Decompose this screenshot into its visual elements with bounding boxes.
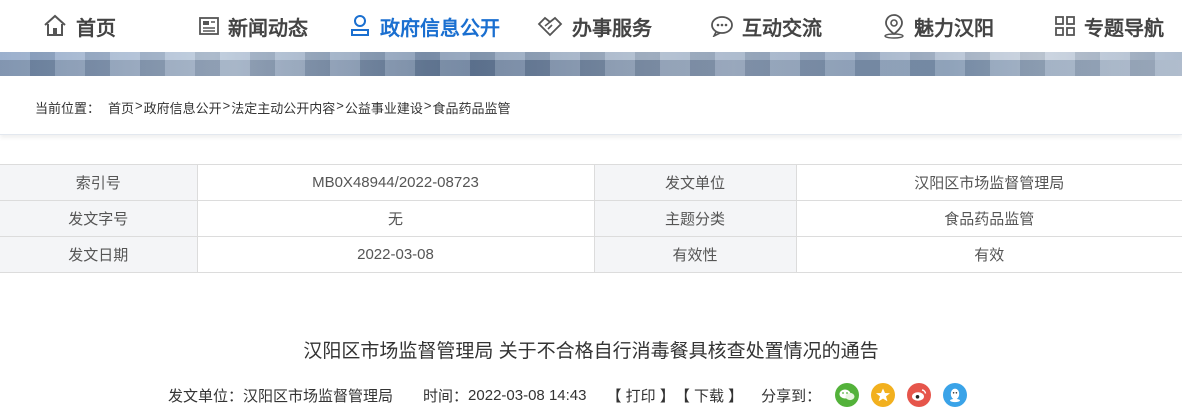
issuer-value: 汉阳区市场监督管理局: [243, 387, 394, 405]
nav-label: 政府信息公开: [380, 17, 500, 40]
nav-label: 魅力汉阳: [914, 17, 994, 40]
handshake-icon: [537, 16, 563, 37]
nav-topics[interactable]: 专题导航: [1054, 0, 1164, 52]
article-title: 汉阳区市场监督管理局 关于不合格自行消毒餐具核查处置情况的通告: [303, 341, 879, 362]
nav-services[interactable]: 办事服务: [536, 0, 652, 52]
validity-label: 有效性: [593, 236, 797, 273]
index-label: 索引号: [0, 164, 198, 201]
time-value: 2022-03-08 14:43: [468, 386, 587, 404]
breadcrumb-label: 当前位置：: [35, 101, 101, 116]
issuer-value: 汉阳区市场监督管理局: [795, 164, 1182, 201]
breadcrumb-food-drug[interactable]: 食品药品监管: [432, 98, 510, 117]
download-button[interactable]: 【 下载 】: [675, 385, 743, 406]
index-value: MB0X48944/2022-08723: [196, 164, 595, 201]
breadcrumb-separator: >: [135, 98, 143, 113]
nav-label: 首页: [76, 17, 116, 40]
nav-interaction[interactable]: 互动交流: [710, 0, 822, 52]
breadcrumb-home[interactable]: 首页: [108, 98, 134, 117]
nav-label: 专题导航: [1084, 17, 1164, 40]
nav-label: 互动交流: [742, 17, 822, 40]
nav-label: 办事服务: [572, 17, 652, 40]
share-label: 分享到：: [761, 387, 822, 405]
breadcrumb-separator: >: [336, 98, 344, 113]
news-icon: [199, 17, 219, 35]
header-banner-image: [0, 52, 1182, 76]
issuer-label: 发文单位: [593, 164, 797, 201]
breadcrumb-public-welfare[interactable]: 公益事业建设: [345, 98, 423, 117]
nav-label: 新闻动态: [228, 17, 308, 40]
nav-news[interactable]: 新闻动态: [198, 0, 308, 52]
table-row: 索引号 MB0X48944/2022-08723 发文单位 汉阳区市场监督管理局: [0, 164, 1182, 201]
table-row: 发文日期 2022-03-08 有效性 有效: [0, 236, 1182, 273]
home-icon: [44, 14, 66, 36]
grid-icon: [1055, 16, 1075, 36]
print-button[interactable]: 【 打印 】: [606, 385, 674, 406]
article-info: 发文单位： 汉阳区市场监督管理局 时间： 2022-03-08 14:43 【 …: [168, 383, 968, 407]
breadcrumb-separator: >: [222, 98, 231, 113]
topic-value: 食品药品监管: [795, 200, 1182, 237]
top-nav: 首页 新闻动态 政府信息公开 办事服务 互动交流 魅力汉阳 专题导航: [0, 0, 1182, 52]
breadcrumb: 当前位置： 首页 > 政府信息公开 > 法定主动公开内容 > 公益事业建设 > …: [35, 98, 510, 117]
qq-icon[interactable]: [943, 383, 968, 407]
breadcrumb-separator: >: [423, 98, 432, 113]
nav-home[interactable]: 首页: [42, 0, 116, 52]
issuer-label: 发文单位：: [168, 387, 244, 405]
time-label: 时间：: [423, 387, 469, 405]
wechat-icon[interactable]: [835, 383, 860, 407]
document-meta-table: 索引号 MB0X48944/2022-08723 发文单位 汉阳区市场监督管理局…: [0, 164, 1182, 273]
validity-value: 有效: [795, 236, 1182, 273]
breadcrumb-statutory[interactable]: 法定主动公开内容: [231, 98, 335, 117]
doc-no-label: 发文字号: [0, 200, 198, 237]
location-pin-icon: [884, 14, 904, 39]
breadcrumb-gov-info[interactable]: 政府信息公开: [144, 98, 222, 117]
user-info-icon: [351, 15, 369, 36]
share-buttons: [835, 383, 968, 407]
date-value: 2022-03-08: [196, 236, 595, 273]
topic-label: 主题分类: [593, 200, 797, 237]
table-row: 发文字号 无 主题分类 食品药品监管: [0, 200, 1182, 237]
qzone-icon[interactable]: [871, 383, 896, 407]
nav-charm[interactable]: 魅力汉阳: [882, 0, 994, 52]
nav-gov-info[interactable]: 政府信息公开: [348, 0, 500, 52]
weibo-icon[interactable]: [907, 383, 932, 407]
doc-no-value: 无: [196, 200, 595, 237]
banner-layer: [0, 52, 1182, 76]
date-label: 发文日期: [0, 236, 198, 273]
breadcrumb-bar: 当前位置： 首页 > 政府信息公开 > 法定主动公开内容 > 公益事业建设 > …: [0, 76, 1182, 135]
chat-icon: [711, 16, 733, 37]
